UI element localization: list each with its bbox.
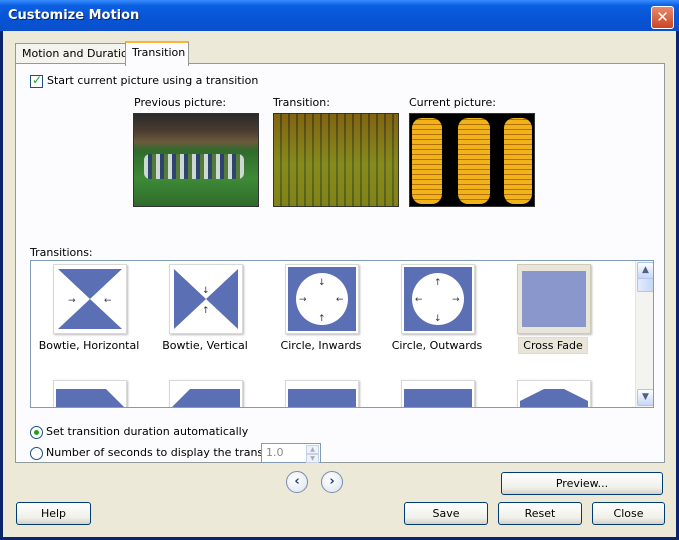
transition-item-bowtie-horizontal[interactable]: → ← Bowtie, Horizontal <box>31 261 147 361</box>
transition-preview-image <box>273 113 399 207</box>
transition-thumbnail <box>53 380 127 407</box>
svg-text:→: → <box>299 295 307 305</box>
corn-cob-shape <box>458 118 490 204</box>
transition-name: Circle, Outwards <box>391 339 483 352</box>
transitions-scrollbar[interactable]: ▲ ▼ <box>635 261 653 407</box>
transition-name: Cross Fade <box>495 337 611 354</box>
circle-outwards-thumbnail: ↑ ↓ ← → <box>401 264 475 334</box>
close-button[interactable]: Close <box>592 502 665 525</box>
transition-name: Bowtie, Horizontal <box>38 339 140 352</box>
bowtie-vertical-thumbnail: ↓ ↑ <box>169 264 243 334</box>
previous-picture-label: Previous picture: <box>134 96 227 109</box>
transition-item-cross-fade[interactable]: Cross Fade <box>495 261 611 361</box>
transition-thumbnail <box>517 380 591 407</box>
transition-thumbnail <box>401 380 475 407</box>
transitions-list[interactable]: → ← Bowtie, Horizontal ↓ ↑ Bowtie, Verti… <box>30 260 654 408</box>
transition-item-row2-1[interactable] <box>31 377 147 407</box>
transition-item-row2-2[interactable] <box>147 377 263 407</box>
preview-button[interactable]: Preview... <box>501 472 663 495</box>
cross-fade-label: Cross Fade <box>518 337 588 354</box>
tab-transition[interactable]: Transition <box>125 41 189 66</box>
spin-down-icon[interactable]: ▼ <box>306 454 319 463</box>
reset-button[interactable]: Reset <box>498 502 582 525</box>
tab-motion-and-duration[interactable]: Motion and Duration <box>15 43 135 64</box>
transition-item-row2-3[interactable] <box>263 377 379 407</box>
svg-text:↓: ↓ <box>202 286 210 296</box>
svg-text:↓: ↓ <box>434 314 442 324</box>
seconds-spinner[interactable]: 1.0 ▲ ▼ <box>261 443 321 463</box>
corn-cob-shape <box>412 118 442 204</box>
help-button[interactable]: Help <box>16 502 91 525</box>
svg-text:→: → <box>452 295 460 305</box>
cross-fade-thumbnail <box>517 264 591 334</box>
blend-overlay <box>274 114 398 206</box>
transitions-label: Transitions: <box>30 246 93 259</box>
svg-text:←: ← <box>104 296 112 306</box>
svg-text:←: ← <box>415 295 423 305</box>
seconds-duration-label[interactable]: Number of seconds to display the transit… <box>46 446 287 459</box>
title-bar[interactable]: Customize Motion ✕ <box>0 0 679 31</box>
transition-item-circle-inwards[interactable]: ↓ ↑ → ← Circle, Inwards <box>263 261 379 361</box>
svg-text:↑: ↑ <box>434 278 442 288</box>
corn-cob-shape <box>504 118 532 204</box>
transition-item-bowtie-vertical[interactable]: ↓ ↑ Bowtie, Vertical <box>147 261 263 361</box>
scroll-thumb[interactable] <box>637 278 653 292</box>
save-button[interactable]: Save <box>404 502 488 525</box>
window-title: Customize Motion <box>8 8 140 23</box>
current-picture-image <box>409 113 535 207</box>
start-transition-checkbox[interactable]: ✓ <box>30 73 43 88</box>
seconds-value: 1.0 <box>266 446 284 459</box>
transition-thumbnail <box>285 380 359 407</box>
transition-name: Bowtie, Vertical <box>162 339 248 352</box>
seconds-duration-radio[interactable] <box>30 447 43 460</box>
window-close-button[interactable]: ✕ <box>651 6 674 29</box>
previous-picture-button[interactable]: ‹ <box>286 471 308 493</box>
spinner-arrows[interactable]: ▲ ▼ <box>306 445 319 463</box>
start-transition-label[interactable]: Start current picture using a transition <box>47 74 258 87</box>
radio-selected-dot <box>34 430 39 435</box>
current-picture-label: Current picture: <box>409 96 496 109</box>
transition-item-row2-5[interactable] <box>495 377 611 407</box>
transition-preview-label: Transition: <box>273 96 330 109</box>
svg-text:↑: ↑ <box>202 306 210 316</box>
svg-text:→: → <box>68 296 76 306</box>
bowtie-horizontal-thumbnail: → ← <box>53 264 127 334</box>
dialog-body: Motion and Duration Transition ✓ Start c… <box>3 31 676 537</box>
spin-up-icon[interactable]: ▲ <box>306 445 319 454</box>
svg-text:←: ← <box>336 295 344 305</box>
checkmark-icon: ✓ <box>32 73 43 87</box>
transition-tab-panel: ✓ Start current picture using a transiti… <box>15 63 665 463</box>
scroll-up-button[interactable]: ▲ <box>637 262 653 279</box>
customize-motion-window: Customize Motion ✕ Motion and Duration T… <box>0 0 679 540</box>
svg-text:↑: ↑ <box>318 314 326 324</box>
next-picture-button[interactable]: › <box>321 471 343 493</box>
auto-duration-radio[interactable] <box>30 426 43 439</box>
previous-picture-image <box>133 113 259 207</box>
svg-text:↓: ↓ <box>318 278 326 288</box>
football-players-shape <box>144 154 244 179</box>
transition-name: Circle, Inwards <box>280 339 362 352</box>
transition-item-circle-outwards[interactable]: ↑ ↓ ← → Circle, Outwards <box>379 261 495 361</box>
transition-thumbnail <box>169 380 243 407</box>
scroll-down-button[interactable]: ▼ <box>637 389 653 406</box>
transition-item-row2-4[interactable] <box>379 377 495 407</box>
auto-duration-label[interactable]: Set transition duration automatically <box>46 425 248 438</box>
circle-inwards-thumbnail: ↓ ↑ → ← <box>285 264 359 334</box>
